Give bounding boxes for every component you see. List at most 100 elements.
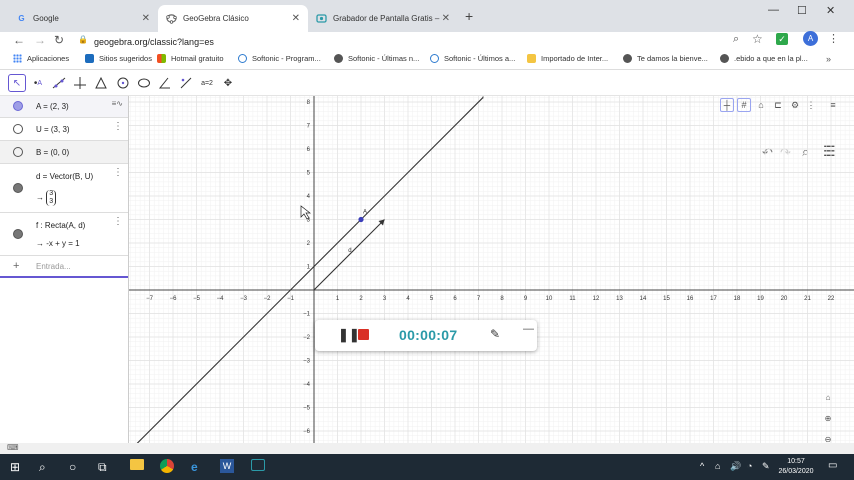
cortana-icon[interactable]: ○ (69, 460, 76, 474)
url-field[interactable]: geogebra.org/classic?lang=es (94, 33, 214, 51)
more-options-icon[interactable]: ⋮ (113, 167, 123, 178)
avatar[interactable]: A (803, 31, 818, 46)
star-icon[interactable]: ☆ (752, 32, 763, 46)
axes-toggle-icon[interactable]: ┼ (720, 98, 734, 112)
file-explorer-icon[interactable] (130, 459, 144, 470)
tab-recorder[interactable]: Grabador de Pantalla Gratis – Ca... ✕ (308, 5, 458, 32)
slider-tool-icon[interactable]: a=2 (198, 74, 216, 92)
line-tool-icon[interactable] (50, 74, 68, 92)
wifi-icon[interactable]: ◔ (747, 461, 752, 471)
search-icon[interactable]: ⌕ (39, 460, 46, 475)
tab-geogebra[interactable]: GeoGebra Clásico ✕ (158, 5, 308, 32)
algebra-input-row[interactable]: + Entrada... (0, 256, 128, 278)
style-bar-toggle-icon[interactable]: ≡ (826, 98, 840, 112)
algebra-row-d[interactable]: d = Vector(B, U) → 33 ⋮ (0, 164, 128, 213)
add-icon[interactable]: + (13, 260, 19, 272)
notifications-icon[interactable]: ▭ (828, 460, 837, 471)
y-tick-label: −2 (303, 335, 311, 341)
vector-d (313, 219, 385, 291)
minimize-icon[interactable]: — (768, 4, 779, 16)
visibility-toggle[interactable] (13, 183, 23, 193)
more-bookmarks-icon[interactable]: » (826, 54, 831, 64)
word-icon[interactable]: W (220, 459, 234, 473)
home-icon[interactable]: ⌂ (821, 390, 835, 404)
pen-icon[interactable]: ✎ (762, 461, 770, 472)
taskbar: ⊞ ⌕ ○ ⧉ e W ^ ⌂ 🔊 ◔ ✎ ▭ (0, 454, 854, 480)
point-tool-icon[interactable]: • A (29, 74, 47, 92)
algebra-row-f[interactable]: f : Recta(A, d) → -x + y = 1 ⋮ (0, 213, 128, 256)
more-options-icon[interactable]: ⋮ (113, 216, 123, 227)
grid-toggle-icon[interactable]: # (737, 98, 751, 112)
pause-button[interactable]: ❚❚ (338, 327, 360, 343)
visibility-toggle[interactable] (13, 124, 23, 134)
forward-icon[interactable]: → (34, 33, 46, 47)
keyboard-icon[interactable]: ⌨ (7, 443, 19, 452)
angle-tool-icon[interactable] (156, 74, 174, 92)
reflect-tool-icon[interactable] (177, 74, 195, 92)
polygon-tool-icon[interactable] (92, 74, 110, 92)
chrome-icon[interactable] (160, 459, 174, 473)
bookmark-item[interactable]: .ebido a que en la pl... (720, 54, 808, 63)
tab-google[interactable]: G Google ✕ (8, 5, 158, 32)
task-view-icon[interactable]: ⧉ (98, 460, 107, 475)
bookmark-item[interactable]: Hotmail gratuito (157, 54, 224, 63)
visibility-toggle[interactable] (13, 229, 23, 239)
algebra-row-B[interactable]: B = (0, 0) (0, 141, 128, 164)
home-icon[interactable]: ⌂ (754, 98, 768, 112)
extension-icon[interactable]: ✓ (776, 33, 788, 45)
bookmark-item[interactable]: Softonic - Program... (238, 54, 321, 63)
bookmark-item[interactable]: Importado de Inter... (527, 54, 608, 63)
bookmark-item[interactable]: Te damos la bienve... (623, 54, 708, 63)
close-icon[interactable]: ✕ (292, 13, 300, 24)
close-window-icon[interactable]: ✕ (826, 4, 835, 17)
visibility-toggle[interactable] (13, 147, 23, 157)
perpendicular-tool-icon[interactable] (71, 74, 89, 92)
bookmark-item[interactable]: Sitios sugeridos (85, 54, 152, 63)
ellipse-tool-icon[interactable] (135, 74, 153, 92)
visibility-toggle[interactable] (13, 101, 23, 111)
y-tick-label: 5 (307, 171, 311, 177)
x-tick-label: 4 (406, 296, 410, 302)
graphics-view[interactable]: −7 −6 −5 −4 −3 −2 −1 1 2 3 4 5 6 7 8 9 10 11 12 13 14 15 16 17 1… (129, 96, 854, 443)
chrome-menu-icon[interactable]: ⋮ (828, 32, 839, 45)
close-icon[interactable]: ✕ (442, 13, 450, 24)
algebra-sort-icon[interactable]: ≡∿ (112, 99, 123, 108)
recorder-icon (316, 13, 327, 24)
reload-icon[interactable]: ↻ (54, 33, 64, 47)
algebra-text: f : Recta(A, d) (36, 221, 86, 230)
algebra-row-U[interactable]: U = (3, 3) ⋮ (0, 118, 128, 141)
zoom-in-icon[interactable]: ⊕ (821, 411, 835, 425)
maximize-icon[interactable]: ☐ (797, 4, 807, 17)
algebra-row-A[interactable]: A = (2, 3) ≡∿ (0, 96, 128, 118)
back-icon[interactable]: ← (13, 33, 25, 47)
move-graphics-tool-icon[interactable]: ✥ (219, 74, 237, 92)
stop-button[interactable] (358, 329, 369, 340)
system-tray-up-icon[interactable]: ^ (700, 461, 704, 471)
new-tab-icon[interactable]: + (465, 8, 473, 24)
recording-timer: 00:00:07 (399, 327, 458, 343)
minimize-icon[interactable]: — (523, 323, 534, 335)
bookmark-item[interactable]: Softonic - Últimos a... (430, 54, 515, 63)
settings-gear-icon[interactable]: ⚙ (788, 98, 802, 112)
windows-start-icon[interactable]: ⊞ (10, 460, 20, 474)
volume-icon[interactable]: 🔊 (730, 461, 741, 472)
algebra-input[interactable]: Entrada... (36, 262, 71, 271)
network-icon[interactable]: ⌂ (715, 461, 720, 471)
system-clock[interactable]: 10:57 26/03/2020 (776, 457, 816, 477)
mouse-cursor-icon (300, 205, 312, 220)
search-icon[interactable]: ⌕ (733, 33, 739, 46)
recorder-app-icon[interactable] (251, 459, 265, 471)
more-options-icon[interactable]: ⋮ (804, 98, 818, 112)
bookmark-item[interactable]: Softonic - Últimas n... (334, 54, 419, 63)
close-icon[interactable]: ✕ (142, 13, 150, 24)
more-options-icon[interactable]: ⋮ (113, 121, 123, 132)
circle-tool-icon[interactable] (114, 74, 132, 92)
x-tick-label: 5 (430, 296, 434, 302)
bookmark-apps[interactable]: Aplicaciones (13, 54, 69, 63)
graphics-view-icon[interactable]: ⊏ (771, 98, 785, 112)
move-tool-icon[interactable]: ↖ (8, 74, 26, 92)
x-tick-label: −7 (146, 296, 154, 302)
edge-icon[interactable]: e (191, 460, 198, 474)
status-strip: ⌨ (0, 443, 854, 454)
edit-pen-icon[interactable]: ✎ (490, 327, 500, 341)
